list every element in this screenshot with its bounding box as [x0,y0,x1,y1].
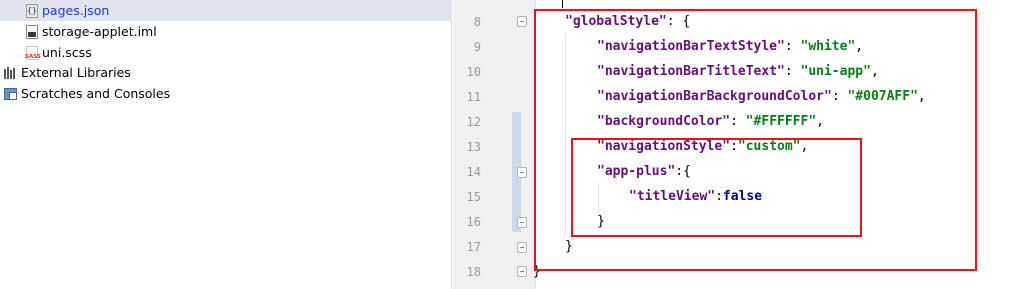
line-number: 10 [466,65,481,79]
tree-item-label: uni.scss [42,45,92,60]
project-tree-panel: pages.json storage-applet.iml uni.scss E… [0,0,452,289]
line-number: 9 [473,40,481,54]
tree-item-label: External Libraries [21,65,131,80]
fold-expand-icon[interactable] [517,217,527,228]
line-number: 14 [466,165,481,179]
tree-item-storage-applet-iml[interactable]: storage-applet.iml [0,21,452,42]
json-file-icon [26,3,38,18]
line-number: 13 [466,140,481,154]
sass-file-icon [25,45,41,60]
external-libraries-icon [4,66,17,79]
fold-collapse-icon[interactable] [517,167,527,178]
tree-item-label: Scratches and Consoles [21,86,171,101]
tree-item-uni-scss[interactable]: uni.scss [0,42,452,63]
code-editor[interactable]: 8 9 10 11 12 13 14 15 16 17 18 "globalSt… [453,0,1027,289]
line-number: 17 [466,240,481,254]
line-number: 11 [466,90,481,104]
iml-file-icon [26,24,38,39]
line-number: 8 [473,15,481,29]
line-number: 12 [466,115,481,129]
tree-item-external-libraries[interactable]: External Libraries [0,62,452,83]
highlight-box-navigation-style [571,138,862,237]
tree-item-pages-json[interactable]: pages.json [0,0,452,21]
line-number: 16 [466,215,481,229]
scratches-icon [4,87,17,100]
editor-gutter: 8 9 10 11 12 13 14 15 16 17 18 [453,0,536,289]
tree-item-label: pages.json [42,3,110,18]
tree-item-scratches-and-consoles[interactable]: Scratches and Consoles [0,83,452,104]
fold-collapse-icon[interactable] [517,16,527,27]
fold-expand-icon[interactable] [517,266,527,277]
text-caret [562,0,563,8]
tree-item-label: storage-applet.iml [42,24,157,39]
line-number: 15 [466,190,481,204]
line-number: 18 [466,265,481,279]
fold-expand-icon[interactable] [517,242,527,253]
